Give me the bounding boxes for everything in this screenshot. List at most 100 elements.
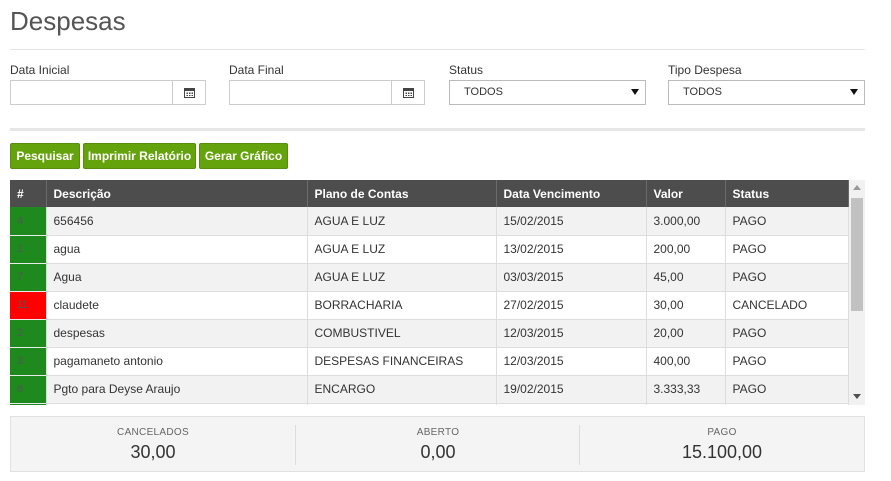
table-row[interactable]: 9 (10, 403, 849, 405)
summary-pago: PAGO 15.100,00 (580, 417, 864, 473)
cell-descricao: Pgto para Deyse Araujo (46, 375, 308, 404)
table-row[interactable]: 7 Agua AGUA E LUZ 03/03/2015 45,00 PAGO (10, 263, 849, 292)
cell-data-vencimento: 12/03/2015 (496, 347, 647, 376)
cell-data-vencimento: 27/02/2015 (496, 291, 647, 320)
cell-valor: 20,00 (646, 319, 726, 348)
cell-id-status-indicator: 3 (10, 347, 47, 376)
summary-aberto-value: 0,00 (420, 442, 456, 462)
scrollbar-thumb[interactable] (851, 198, 863, 311)
cell-status: PAGO (725, 207, 849, 236)
cell-valor: 3.000,00 (646, 207, 726, 236)
cell-descricao: agua (46, 235, 308, 264)
summary-cancelados: CANCELADOS 30,00 (11, 417, 295, 473)
scroll-down-arrow-icon[interactable] (853, 394, 861, 399)
cell-status: PAGO (725, 375, 849, 404)
chevron-down-icon (631, 89, 639, 95)
tipo-despesa-label: Tipo Despesa (668, 63, 742, 77)
table-header-row: # Descrição Plano de Contas Data Vencime… (10, 180, 849, 207)
table-scrollbar[interactable] (849, 180, 865, 405)
summary-cancelados-label: CANCELADOS (117, 427, 189, 438)
cell-plano-de-contas (307, 403, 497, 405)
cell-status: PAGO (725, 235, 849, 264)
data-inicial-input[interactable] (10, 80, 174, 105)
cell-id-status-indicator: 4 (10, 207, 47, 236)
cell-descricao: claudete (46, 291, 308, 320)
cell-valor (646, 403, 726, 405)
calendar-icon (183, 87, 195, 98)
cell-status: PAGO (725, 263, 849, 292)
despesas-table: # Descrição Plano de Contas Data Vencime… (10, 180, 849, 405)
imprimir-relatorio-button[interactable]: Imprimir Relatório (83, 143, 196, 169)
column-header-data-vencimento[interactable]: Data Vencimento (496, 180, 647, 207)
cell-plano-de-contas: AGUA E LUZ (307, 207, 497, 236)
status-select-value: TODOS (464, 86, 503, 98)
cell-descricao: 656456 (46, 207, 308, 236)
data-inicial-calendar-button[interactable] (172, 80, 206, 105)
scroll-up-arrow-icon[interactable] (853, 185, 861, 190)
table-row[interactable]: 11 claudete BORRACHARIA 27/02/2015 30,00 CANC… (10, 291, 849, 320)
cell-plano-de-contas: BORRACHARIA (307, 291, 497, 320)
despesas-table-container: # Descrição Plano de Contas Data Vencime… (10, 180, 865, 405)
table-row[interactable]: 3 pagamaneto antonio DESPESAS FINANCEIRAS 1… (10, 347, 849, 376)
data-final-input[interactable] (229, 80, 393, 105)
column-header-id[interactable]: # (10, 180, 47, 207)
cell-descricao: pagamaneto antonio (46, 347, 308, 376)
cell-data-vencimento: 12/03/2015 (496, 319, 647, 348)
data-final-label: Data Final (229, 63, 284, 77)
calendar-icon (402, 87, 414, 98)
chevron-down-icon (850, 89, 858, 95)
cell-status (725, 403, 849, 405)
cell-status: PAGO (725, 347, 849, 376)
pesquisar-button[interactable]: Pesquisar (10, 143, 80, 169)
summary-aberto: ABERTO 0,00 (296, 417, 580, 473)
cell-data-vencimento (496, 403, 647, 405)
summary-pago-value: 15.100,00 (681, 442, 763, 462)
data-inicial-label: Data Inicial (10, 63, 70, 77)
cell-plano-de-contas: COMBUSTIVEL (307, 319, 497, 348)
cell-id-status-indicator: 1 (10, 235, 47, 264)
cell-plano-de-contas: ENCARGO (307, 375, 497, 404)
cell-data-vencimento: 19/02/2015 (496, 375, 647, 404)
cell-status: CANCELADO (725, 291, 849, 320)
data-final-calendar-button[interactable] (391, 80, 425, 105)
table-row[interactable]: 6 Pgto para Deyse Araujo ENCARGO 19/02/2015… (10, 375, 849, 404)
section-divider (10, 128, 865, 131)
status-select[interactable]: TODOS (449, 80, 646, 105)
cell-plano-de-contas: AGUA E LUZ (307, 263, 497, 292)
table-row[interactable]: 2 despesas COMBUSTIVEL 12/03/2015 20,00 PAGO (10, 319, 849, 348)
cell-descricao: despesas (46, 319, 308, 348)
cell-id-status-indicator: 6 (10, 375, 47, 404)
cell-plano-de-contas: AGUA E LUZ (307, 235, 497, 264)
status-label: Status (449, 63, 484, 77)
cell-descricao (46, 403, 308, 405)
cell-data-vencimento: 03/03/2015 (496, 263, 647, 292)
cell-id-status-indicator: 2 (10, 319, 47, 348)
cell-valor: 30,00 (646, 291, 726, 320)
column-header-descricao[interactable]: Descrição (46, 180, 308, 207)
table-row[interactable]: 1 agua AGUA E LUZ 13/02/2015 200,00 PAGO (10, 235, 849, 264)
cell-id-status-indicator: 11 (10, 291, 47, 320)
totals-summary: CANCELADOS 30,00 ABERTO 0,00 PAGO 15.100… (10, 416, 865, 472)
cell-descricao: Agua (46, 263, 308, 292)
summary-aberto-label: ABERTO (416, 427, 460, 438)
summary-pago-label: PAGO (707, 427, 737, 438)
page-title: Despesas (10, 6, 126, 36)
column-header-valor[interactable]: Valor (646, 180, 726, 207)
gerar-grafico-button[interactable]: Gerar Gráfico (199, 143, 288, 169)
cell-id-status-indicator: 7 (10, 263, 47, 292)
column-header-plano-de-contas[interactable]: Plano de Contas (307, 180, 497, 207)
cell-valor: 200,00 (646, 235, 726, 264)
tipo-despesa-select-value: TODOS (683, 86, 722, 98)
title-divider (10, 49, 865, 50)
tipo-despesa-select[interactable]: TODOS (668, 80, 865, 105)
cell-id-status-indicator: 9 (10, 403, 47, 405)
table-row[interactable]: 4 656456 AGUA E LUZ 15/02/2015 3.000,00 PAGO (10, 207, 849, 236)
cell-data-vencimento: 15/02/2015 (496, 207, 647, 236)
cell-plano-de-contas: DESPESAS FINANCEIRAS (307, 347, 497, 376)
cell-valor: 45,00 (646, 263, 726, 292)
cell-data-vencimento: 13/02/2015 (496, 235, 647, 264)
cell-status: PAGO (725, 319, 849, 348)
column-header-status[interactable]: Status (725, 180, 849, 207)
cell-valor: 400,00 (646, 347, 726, 376)
cell-valor: 3.333,33 (646, 375, 726, 404)
